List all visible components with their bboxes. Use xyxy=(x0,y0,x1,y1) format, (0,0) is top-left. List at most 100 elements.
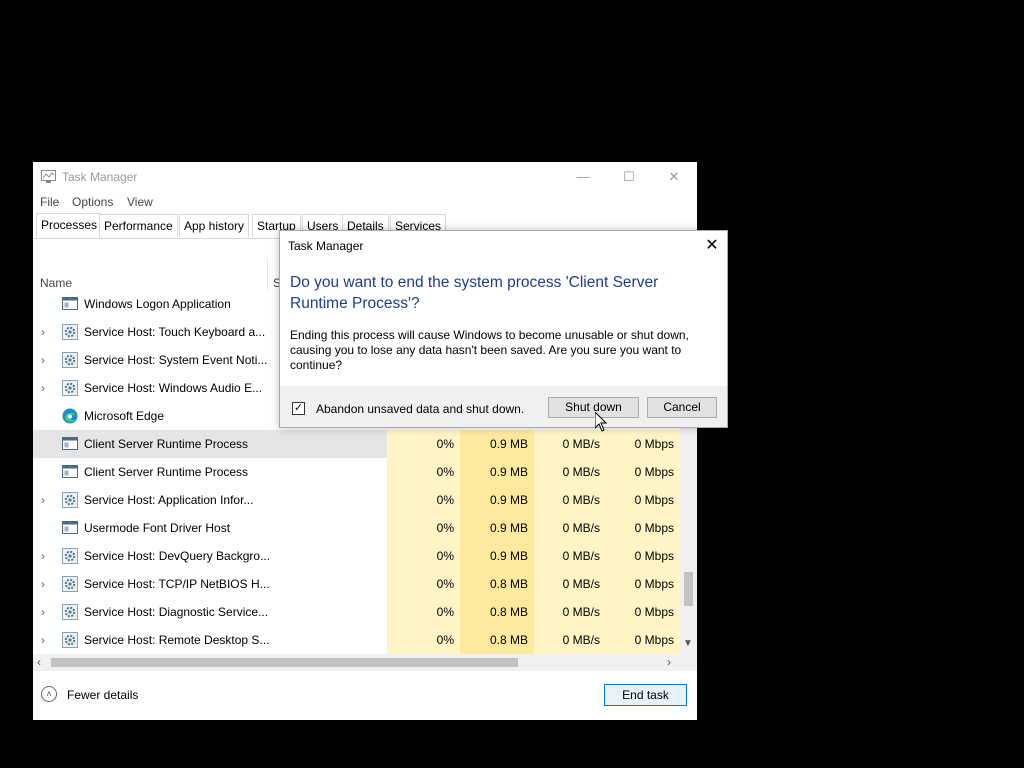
end-process-dialog: Task Manager ✕ Do you want to end the sy… xyxy=(279,230,728,428)
cpu-cell: 0% xyxy=(387,514,460,542)
process-name: Client Server Runtime Process xyxy=(84,437,249,451)
chevron-up-icon[interactable]: ˄ xyxy=(41,686,57,702)
chevron-right-icon[interactable]: › xyxy=(41,605,45,619)
process-name-cell[interactable]: › Service Host: Diagnostic Service... xyxy=(33,598,387,626)
memory-cell: 0.8 MB xyxy=(460,598,534,626)
network-cell: 0 Mbps xyxy=(606,542,680,570)
memory-cell: 0.9 MB xyxy=(460,486,534,514)
network-cell: 0 Mbps xyxy=(606,514,680,542)
process-row[interactable]: › Service Host: DevQuery Backgro... 0% 0.9 … xyxy=(33,542,680,570)
process-name: Windows Logon Application xyxy=(84,297,231,311)
horizontal-scroll-thumb[interactable] xyxy=(51,658,518,667)
horizontal-scrollbar[interactable]: ‹ › xyxy=(33,654,697,671)
process-name: Microsoft Edge xyxy=(84,409,165,423)
gear-icon xyxy=(62,492,78,508)
column-name[interactable]: Name xyxy=(40,276,72,290)
process-row[interactable]: Client Server Runtime Process 0% 0.9 MB 0 M… xyxy=(33,458,680,486)
chevron-right-icon[interactable]: › xyxy=(41,353,45,367)
edge-icon xyxy=(62,408,78,424)
task-manager-icon xyxy=(41,170,56,183)
cpu-cell: 0% xyxy=(387,542,460,570)
gear-icon xyxy=(62,604,78,620)
process-name: Service Host: Diagnostic Service... xyxy=(84,605,269,619)
chevron-right-icon[interactable]: › xyxy=(41,325,45,339)
process-name-cell[interactable]: › Service Host: DevQuery Backgro... xyxy=(33,542,387,570)
chevron-right-icon[interactable]: › xyxy=(41,633,45,647)
column-divider[interactable] xyxy=(267,258,268,290)
abandon-data-label[interactable]: Abandon unsaved data and shut down. xyxy=(316,402,524,416)
dialog-footer: ✓ Abandon unsaved data and shut down. Sh… xyxy=(280,386,727,427)
process-name: Usermode Font Driver Host xyxy=(84,521,231,535)
cpu-cell: 0% xyxy=(387,486,460,514)
memory-cell: 0.8 MB xyxy=(460,570,534,598)
network-cell: 0 Mbps xyxy=(606,598,680,626)
menu-view[interactable]: View xyxy=(127,195,153,209)
process-name: Service Host: Windows Audio E... xyxy=(84,381,263,395)
process-name-cell[interactable]: › Service Host: Application Infor... xyxy=(33,486,387,514)
gear-icon xyxy=(62,548,78,564)
gear-icon xyxy=(62,380,78,396)
scroll-left-arrow-icon[interactable]: ‹ xyxy=(37,655,41,669)
dialog-message: Ending this process will cause Windows t… xyxy=(290,328,689,372)
process-row[interactable]: › Service Host: Application Infor... 0% 0.9… xyxy=(33,486,680,514)
process-row[interactable]: › Service Host: Diagnostic Service... 0% 0.… xyxy=(33,598,680,626)
chevron-right-icon[interactable]: › xyxy=(41,549,45,563)
process-row[interactable]: › Service Host: TCP/IP NetBIOS H... 0% 0.8 … xyxy=(33,570,680,598)
memory-cell: 0.8 MB xyxy=(460,626,534,654)
process-name: Service Host: System Event Noti... xyxy=(84,353,268,367)
disk-cell: 0 MB/s xyxy=(534,430,606,458)
disk-cell: 0 MB/s xyxy=(534,542,606,570)
disk-cell: 0 MB/s xyxy=(534,458,606,486)
process-name-cell[interactable]: Client Server Runtime Process xyxy=(33,458,387,486)
process-name-cell[interactable]: › Service Host: Remote Desktop S... xyxy=(33,626,387,654)
gear-icon xyxy=(62,352,78,368)
process-name-cell[interactable]: Client Server Runtime Process xyxy=(33,430,387,458)
mouse-pointer-icon xyxy=(595,412,607,432)
app-window-icon xyxy=(62,465,78,478)
process-name: Service Host: DevQuery Backgro... xyxy=(84,549,271,563)
scroll-right-arrow-icon[interactable]: › xyxy=(667,655,671,669)
process-row[interactable]: › Service Host: Remote Desktop S... 0% 0.8 … xyxy=(33,626,680,654)
tab-performance[interactable]: Performance xyxy=(99,214,178,237)
menu-bar: File Options View xyxy=(33,192,697,212)
minimize-button[interactable]: — xyxy=(560,162,606,192)
end-task-button[interactable]: End task xyxy=(604,684,687,706)
network-cell: 0 Mbps xyxy=(606,458,680,486)
process-name: Service Host: TCP/IP NetBIOS H... xyxy=(84,577,270,591)
vertical-scroll-thumb[interactable] xyxy=(684,572,693,606)
network-cell: 0 Mbps xyxy=(606,430,680,458)
dialog-title: Task Manager xyxy=(288,239,364,253)
network-cell: 0 Mbps xyxy=(606,626,680,654)
chevron-right-icon[interactable]: › xyxy=(41,381,45,395)
app-window-icon xyxy=(62,521,78,534)
disk-cell: 0 MB/s xyxy=(534,514,606,542)
tab-app-history[interactable]: App history xyxy=(179,214,250,237)
shut-down-button[interactable]: Shut down xyxy=(548,397,639,418)
process-row[interactable]: Usermode Font Driver Host 0% 0.9 MB 0 MB/s 0… xyxy=(33,514,680,542)
tab-processes[interactable]: Processes xyxy=(36,213,103,238)
gear-icon xyxy=(62,324,78,340)
process-row[interactable]: Client Server Runtime Process 0% 0.9 MB 0 M… xyxy=(33,430,680,458)
close-window-button[interactable]: ✕ xyxy=(651,162,697,192)
title-bar[interactable]: Task Manager — ☐ ✕ xyxy=(33,162,697,192)
menu-file[interactable]: File xyxy=(40,195,59,209)
process-name: Service Host: Touch Keyboard a... xyxy=(84,325,266,339)
disk-cell: 0 MB/s xyxy=(534,626,606,654)
scroll-down-arrow-icon[interactable]: ▼ xyxy=(683,638,693,649)
network-cell: 0 Mbps xyxy=(606,570,680,598)
chevron-right-icon[interactable]: › xyxy=(41,493,45,507)
chevron-right-icon[interactable]: › xyxy=(41,577,45,591)
cpu-cell: 0% xyxy=(387,458,460,486)
app-window-icon xyxy=(62,297,78,310)
footer: ˄ Fewer details End task xyxy=(33,671,697,720)
cpu-cell: 0% xyxy=(387,570,460,598)
cancel-button[interactable]: Cancel xyxy=(647,397,717,418)
abandon-data-checkbox[interactable]: ✓ xyxy=(292,402,305,415)
menu-options[interactable]: Options xyxy=(72,195,113,209)
dialog-close-icon[interactable]: ✕ xyxy=(698,233,726,259)
process-name-cell[interactable]: › Service Host: TCP/IP NetBIOS H... xyxy=(33,570,387,598)
maximize-button[interactable]: ☐ xyxy=(606,162,652,192)
process-name-cell[interactable]: Usermode Font Driver Host xyxy=(33,514,387,542)
fewer-details-link[interactable]: Fewer details xyxy=(67,688,138,702)
memory-cell: 0.9 MB xyxy=(460,458,534,486)
